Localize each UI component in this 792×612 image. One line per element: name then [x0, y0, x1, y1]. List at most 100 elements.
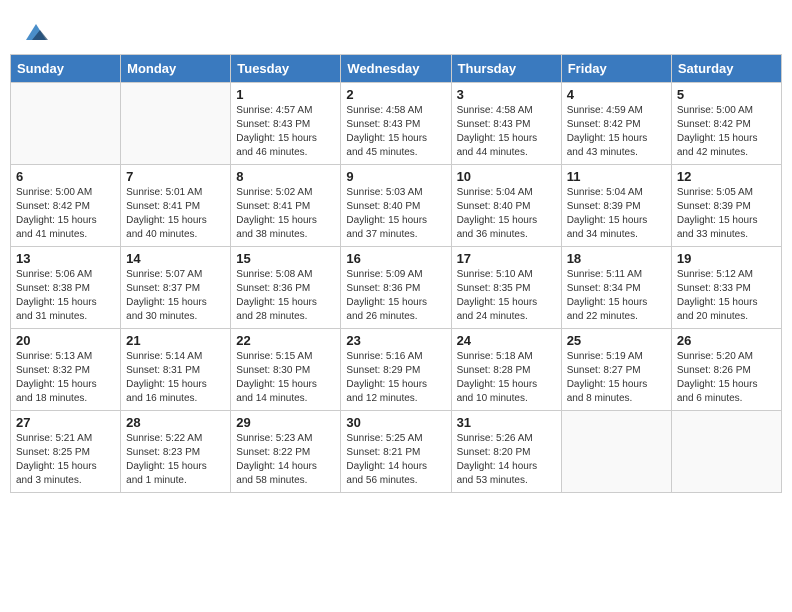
calendar-cell: 30 Sunrise: 5:25 AM Sunset: 8:21 PM Dayli…	[341, 411, 451, 493]
weekday-header-friday: Friday	[561, 55, 671, 83]
page-header	[10, 10, 782, 50]
day-info: Sunrise: 5:11 AM Sunset: 8:34 PM Dayligh…	[567, 268, 666, 324]
day-info: Sunrise: 4:57 AM Sunset: 8:43 PM Dayligh…	[236, 104, 335, 160]
calendar-cell: 17 Sunrise: 5:10 AM Sunset: 8:35 PM Dayli…	[451, 247, 561, 329]
calendar-cell: 15Sunrise: 5:08 AM Sunset: 8:36 PM Dayli…	[231, 247, 341, 329]
calendar-cell: 16Sunrise: 5:09 AM Sunset: 8:36 PM Dayli…	[341, 247, 451, 329]
day-number: 3	[457, 87, 556, 102]
calendar-cell: 24 Sunrise: 5:18 AM Sunset: 8:28 PM Dayli…	[451, 329, 561, 411]
calendar-cell: 10 Sunrise: 5:04 AM Sunset: 8:40 PM Dayli…	[451, 165, 561, 247]
day-number: 11	[567, 169, 666, 184]
calendar-cell: 20 Sunrise: 5:13 AM Sunset: 8:32 PM Dayli…	[11, 329, 121, 411]
calendar-week-row: 6 Sunrise: 5:00 AM Sunset: 8:42 PM Daylig…	[11, 165, 782, 247]
calendar-cell: 19Sunrise: 5:12 AM Sunset: 8:33 PM Dayli…	[671, 247, 781, 329]
calendar-week-row: 20 Sunrise: 5:13 AM Sunset: 8:32 PM Dayli…	[11, 329, 782, 411]
weekday-header-sunday: Sunday	[11, 55, 121, 83]
calendar-cell: 13Sunrise: 5:06 AM Sunset: 8:38 PM Dayli…	[11, 247, 121, 329]
calendar-cell: 31 Sunrise: 5:26 AM Sunset: 8:20 PM Dayli…	[451, 411, 561, 493]
calendar-cell: 3 Sunrise: 4:58 AM Sunset: 8:43 PM Daylig…	[451, 83, 561, 165]
calendar-week-row: 27Sunrise: 5:21 AM Sunset: 8:25 PM Dayli…	[11, 411, 782, 493]
day-number: 20	[16, 333, 115, 348]
calendar-cell: 28 Sunrise: 5:22 AM Sunset: 8:23 PM Dayli…	[121, 411, 231, 493]
day-info: Sunrise: 5:16 AM Sunset: 8:29 PM Dayligh…	[346, 350, 445, 406]
day-number: 12	[677, 169, 776, 184]
day-number: 18	[567, 251, 666, 266]
day-number: 7	[126, 169, 225, 184]
day-info: Sunrise: 5:01 AM Sunset: 8:41 PM Dayligh…	[126, 186, 225, 242]
day-info: Sunrise: 5:15 AM Sunset: 8:30 PM Dayligh…	[236, 350, 335, 406]
day-number: 1	[236, 87, 335, 102]
calendar-cell: 6 Sunrise: 5:00 AM Sunset: 8:42 PM Daylig…	[11, 165, 121, 247]
day-info: Sunrise: 5:08 AM Sunset: 8:36 PM Dayligh…	[236, 268, 335, 324]
day-number: 28	[126, 415, 225, 430]
day-number: 22	[236, 333, 335, 348]
day-info: Sunrise: 5:25 AM Sunset: 8:21 PM Dayligh…	[346, 432, 445, 488]
calendar-table: SundayMondayTuesdayWednesdayThursdayFrid…	[10, 54, 782, 493]
day-info: Sunrise: 5:00 AM Sunset: 8:42 PM Dayligh…	[677, 104, 776, 160]
calendar-cell	[671, 411, 781, 493]
calendar-cell: 5 Sunrise: 5:00 AM Sunset: 8:42 PM Daylig…	[671, 83, 781, 165]
calendar-cell: 29 Sunrise: 5:23 AM Sunset: 8:22 PM Dayli…	[231, 411, 341, 493]
day-number: 24	[457, 333, 556, 348]
day-info: Sunrise: 5:04 AM Sunset: 8:39 PM Dayligh…	[567, 186, 666, 242]
day-number: 14	[126, 251, 225, 266]
day-info: Sunrise: 5:04 AM Sunset: 8:40 PM Dayligh…	[457, 186, 556, 242]
calendar-cell: 23 Sunrise: 5:16 AM Sunset: 8:29 PM Dayli…	[341, 329, 451, 411]
calendar-cell: 1 Sunrise: 4:57 AM Sunset: 8:43 PM Daylig…	[231, 83, 341, 165]
day-info: Sunrise: 5:20 AM Sunset: 8:26 PM Dayligh…	[677, 350, 776, 406]
calendar-cell: 22 Sunrise: 5:15 AM Sunset: 8:30 PM Dayli…	[231, 329, 341, 411]
calendar-week-row: 13Sunrise: 5:06 AM Sunset: 8:38 PM Dayli…	[11, 247, 782, 329]
calendar-cell: 11 Sunrise: 5:04 AM Sunset: 8:39 PM Dayli…	[561, 165, 671, 247]
day-info: Sunrise: 5:00 AM Sunset: 8:42 PM Dayligh…	[16, 186, 115, 242]
day-number: 31	[457, 415, 556, 430]
day-number: 19	[677, 251, 776, 266]
weekday-header-wednesday: Wednesday	[341, 55, 451, 83]
weekday-header-tuesday: Tuesday	[231, 55, 341, 83]
calendar-cell	[561, 411, 671, 493]
day-info: Sunrise: 5:06 AM Sunset: 8:38 PM Dayligh…	[16, 268, 115, 324]
day-number: 2	[346, 87, 445, 102]
day-number: 6	[16, 169, 115, 184]
day-info: Sunrise: 5:03 AM Sunset: 8:40 PM Dayligh…	[346, 186, 445, 242]
day-info: Sunrise: 5:22 AM Sunset: 8:23 PM Dayligh…	[126, 432, 225, 488]
day-number: 8	[236, 169, 335, 184]
day-info: Sunrise: 5:19 AM Sunset: 8:27 PM Dayligh…	[567, 350, 666, 406]
calendar-cell: 7 Sunrise: 5:01 AM Sunset: 8:41 PM Daylig…	[121, 165, 231, 247]
calendar-cell	[121, 83, 231, 165]
calendar-cell: 12 Sunrise: 5:05 AM Sunset: 8:39 PM Dayli…	[671, 165, 781, 247]
day-info: Sunrise: 5:26 AM Sunset: 8:20 PM Dayligh…	[457, 432, 556, 488]
logo-icon	[22, 18, 50, 46]
day-info: Sunrise: 4:59 AM Sunset: 8:42 PM Dayligh…	[567, 104, 666, 160]
day-info: Sunrise: 5:18 AM Sunset: 8:28 PM Dayligh…	[457, 350, 556, 406]
day-info: Sunrise: 4:58 AM Sunset: 8:43 PM Dayligh…	[457, 104, 556, 160]
weekday-header-saturday: Saturday	[671, 55, 781, 83]
calendar-cell: 25 Sunrise: 5:19 AM Sunset: 8:27 PM Dayli…	[561, 329, 671, 411]
day-number: 23	[346, 333, 445, 348]
day-info: Sunrise: 5:05 AM Sunset: 8:39 PM Dayligh…	[677, 186, 776, 242]
day-info: Sunrise: 5:07 AM Sunset: 8:37 PM Dayligh…	[126, 268, 225, 324]
calendar-cell: 21 Sunrise: 5:14 AM Sunset: 8:31 PM Dayli…	[121, 329, 231, 411]
calendar-cell: 8 Sunrise: 5:02 AM Sunset: 8:41 PM Daylig…	[231, 165, 341, 247]
day-number: 26	[677, 333, 776, 348]
calendar-cell	[11, 83, 121, 165]
day-number: 25	[567, 333, 666, 348]
day-number: 29	[236, 415, 335, 430]
day-number: 27	[16, 415, 115, 430]
day-number: 9	[346, 169, 445, 184]
calendar-cell: 27Sunrise: 5:21 AM Sunset: 8:25 PM Dayli…	[11, 411, 121, 493]
day-number: 21	[126, 333, 225, 348]
weekday-header-thursday: Thursday	[451, 55, 561, 83]
day-info: Sunrise: 5:23 AM Sunset: 8:22 PM Dayligh…	[236, 432, 335, 488]
day-info: Sunrise: 4:58 AM Sunset: 8:43 PM Dayligh…	[346, 104, 445, 160]
day-info: Sunrise: 5:09 AM Sunset: 8:36 PM Dayligh…	[346, 268, 445, 324]
day-number: 4	[567, 87, 666, 102]
day-info: Sunrise: 5:13 AM Sunset: 8:32 PM Dayligh…	[16, 350, 115, 406]
day-number: 17	[457, 251, 556, 266]
day-number: 10	[457, 169, 556, 184]
day-number: 5	[677, 87, 776, 102]
day-info: Sunrise: 5:14 AM Sunset: 8:31 PM Dayligh…	[126, 350, 225, 406]
day-number: 30	[346, 415, 445, 430]
calendar-cell: 26 Sunrise: 5:20 AM Sunset: 8:26 PM Dayli…	[671, 329, 781, 411]
day-info: Sunrise: 5:10 AM Sunset: 8:35 PM Dayligh…	[457, 268, 556, 324]
day-info: Sunrise: 5:02 AM Sunset: 8:41 PM Dayligh…	[236, 186, 335, 242]
